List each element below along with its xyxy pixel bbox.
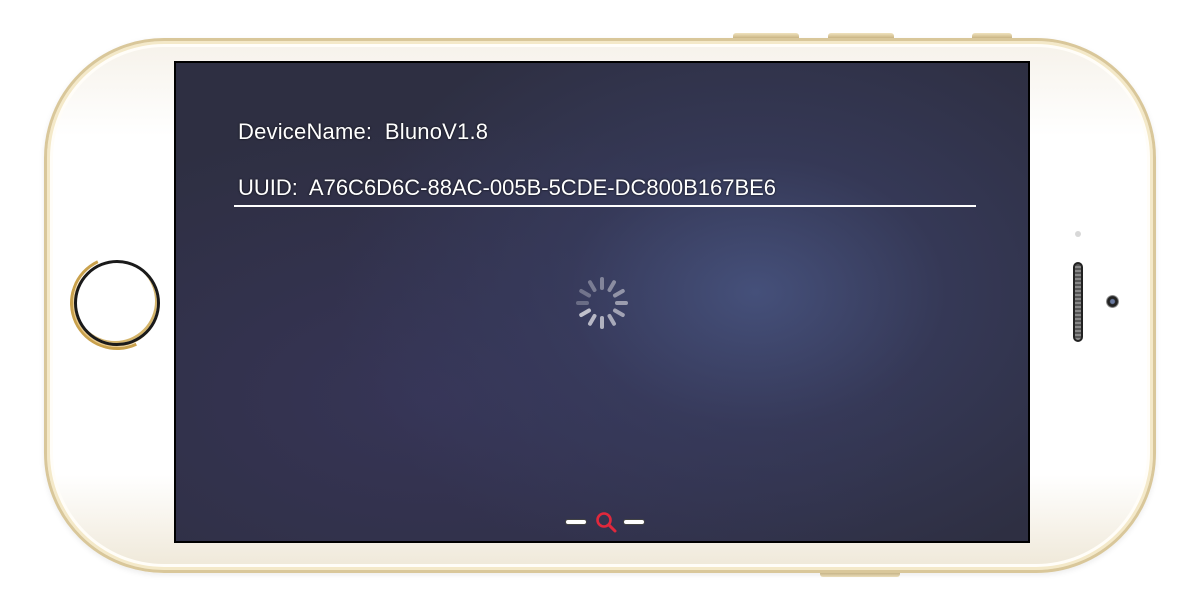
- device-name-row: DeviceName: BlunoV1.8: [238, 119, 488, 145]
- spinner-spoke: [600, 277, 604, 290]
- spinner-spoke: [612, 307, 626, 318]
- front-camera-icon: [1106, 295, 1119, 308]
- uuid-link[interactable]: UUID: A76C6D6C-88AC-005B-5CDE-DC800B167B…: [234, 175, 976, 207]
- dash-right: [624, 520, 644, 524]
- spinner-spoke: [615, 301, 628, 305]
- app-screen: DeviceName: BlunoV1.8 UUID: A76C6D6C-88A…: [174, 61, 1030, 543]
- search-icon: [596, 512, 617, 533]
- uuid-value: A76C6D6C-88AC-005B-5CDE-DC800B167BE6: [308, 175, 777, 200]
- spinner-spoke: [578, 307, 592, 318]
- spinner-spoke: [606, 279, 617, 293]
- earpiece-speaker: [1073, 262, 1083, 342]
- device-name-value: BlunoV1.8: [384, 119, 489, 144]
- spinner-spoke: [587, 313, 598, 327]
- spinner-spoke: [600, 316, 604, 329]
- spinner-spoke: [578, 288, 592, 299]
- device-name-label: DeviceName:: [238, 119, 373, 144]
- stage: DeviceName: BlunoV1.8 UUID: A76C6D6C-88A…: [0, 0, 1199, 611]
- spinner-spoke: [606, 313, 617, 327]
- scan-button[interactable]: [564, 509, 648, 533]
- loading-spinner-icon: [574, 275, 630, 331]
- spinner-spoke: [587, 279, 598, 293]
- dash-left: [566, 520, 586, 524]
- home-button[interactable]: [74, 260, 160, 346]
- uuid-label: UUID:: [238, 175, 298, 200]
- proximity-sensor: [1075, 231, 1081, 237]
- spinner-spoke: [576, 301, 589, 305]
- spinner-spoke: [612, 288, 626, 299]
